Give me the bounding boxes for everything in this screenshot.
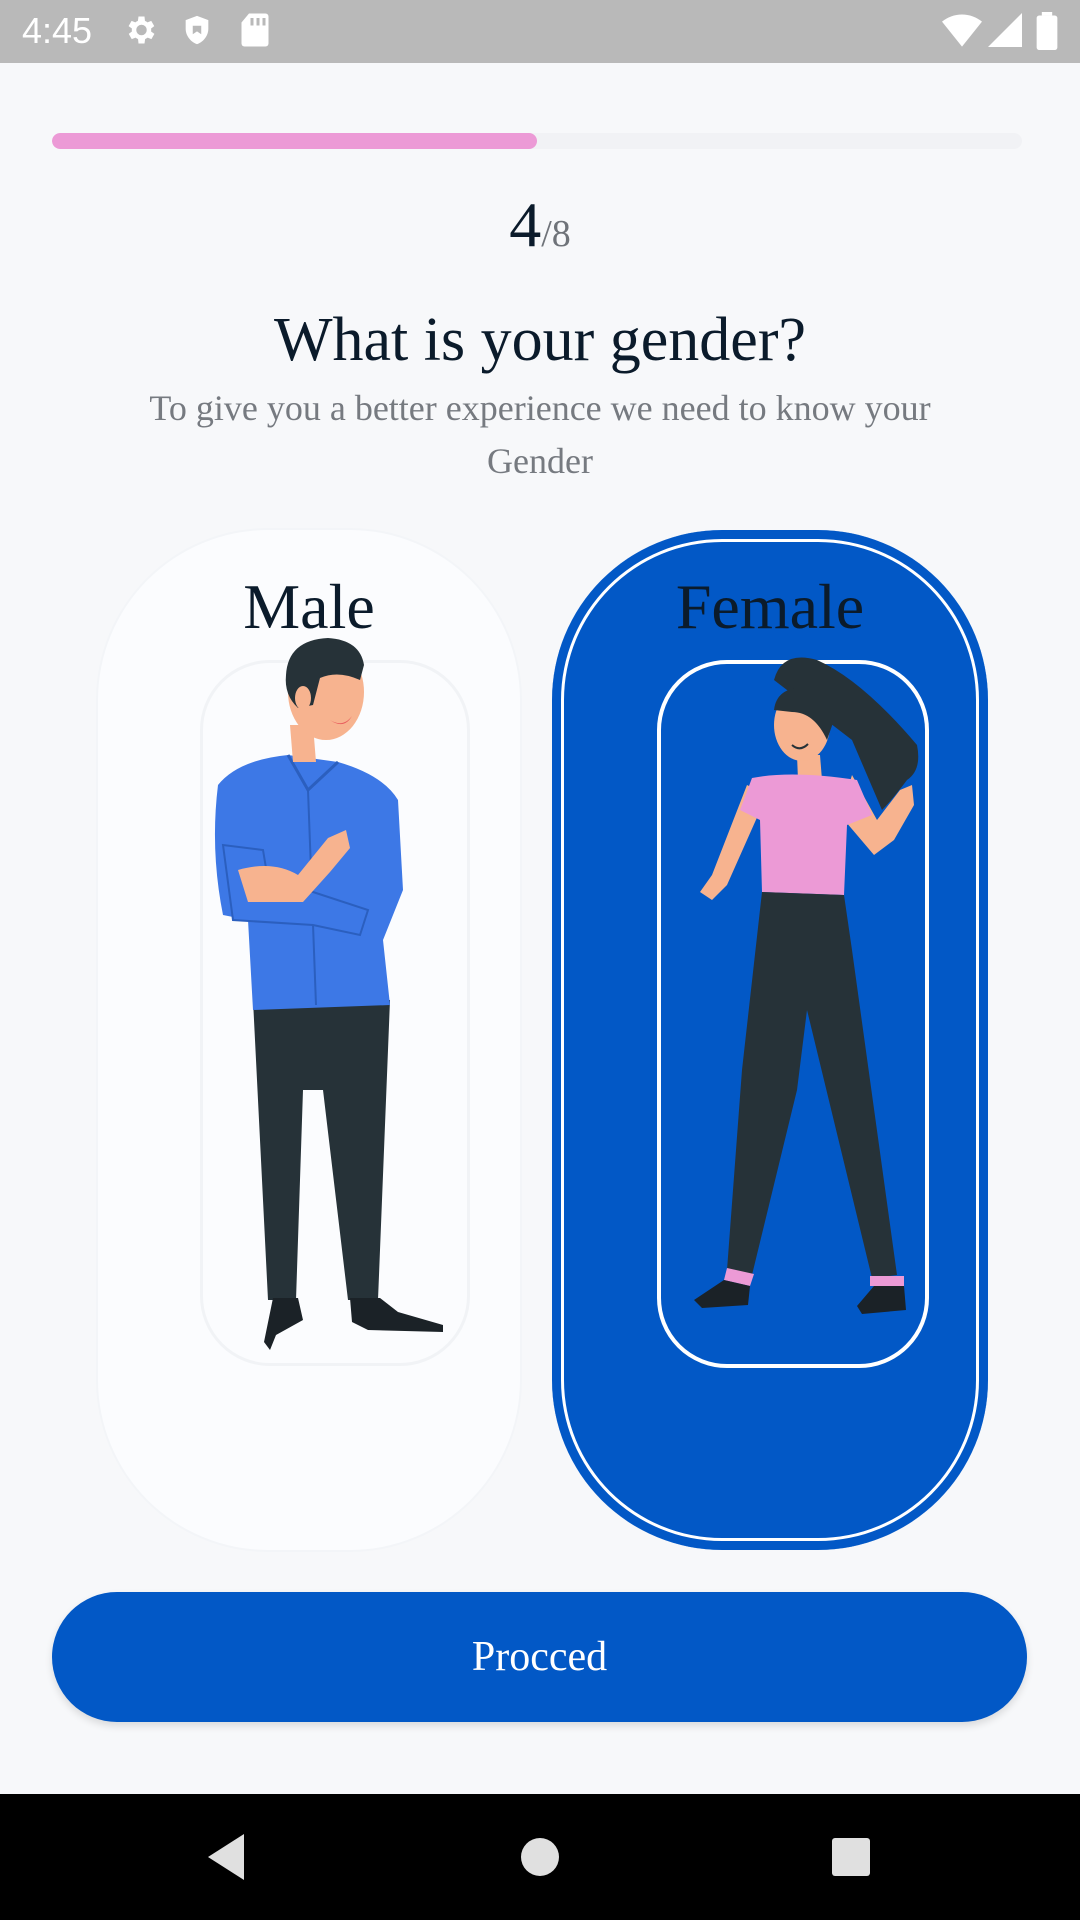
system-nav-bar: [0, 1794, 1080, 1920]
page-title: What is your gender?: [274, 306, 806, 374]
wifi-icon: [942, 14, 982, 47]
battery-icon: [1036, 12, 1058, 50]
page-subtitle: To give you a better experience we need …: [149, 388, 931, 481]
signal-icon: [988, 13, 1022, 47]
status-bar: 4:45: [0, 0, 1080, 63]
gender-option-male[interactable]: Male: [98, 530, 520, 1550]
status-time: 4:45: [22, 10, 93, 51]
gender-option-female[interactable]: Female: [552, 530, 988, 1550]
progress-fill: [52, 133, 537, 149]
female-illustration: [694, 657, 919, 1314]
sd-card-icon: [241, 13, 269, 47]
progress-bar: [52, 133, 1022, 149]
step-total: /8: [541, 213, 571, 255]
shield-icon: [185, 15, 209, 45]
recents-icon[interactable]: [830, 1832, 872, 1882]
home-icon[interactable]: [520, 1832, 560, 1882]
step-counter: 4/8: [0, 188, 1080, 262]
gear-icon: [128, 16, 155, 44]
back-icon[interactable]: [204, 1832, 248, 1882]
proceed-button[interactable]: Procced: [52, 1592, 1027, 1722]
step-current: 4: [509, 189, 542, 260]
male-illustration: [214, 638, 443, 1350]
